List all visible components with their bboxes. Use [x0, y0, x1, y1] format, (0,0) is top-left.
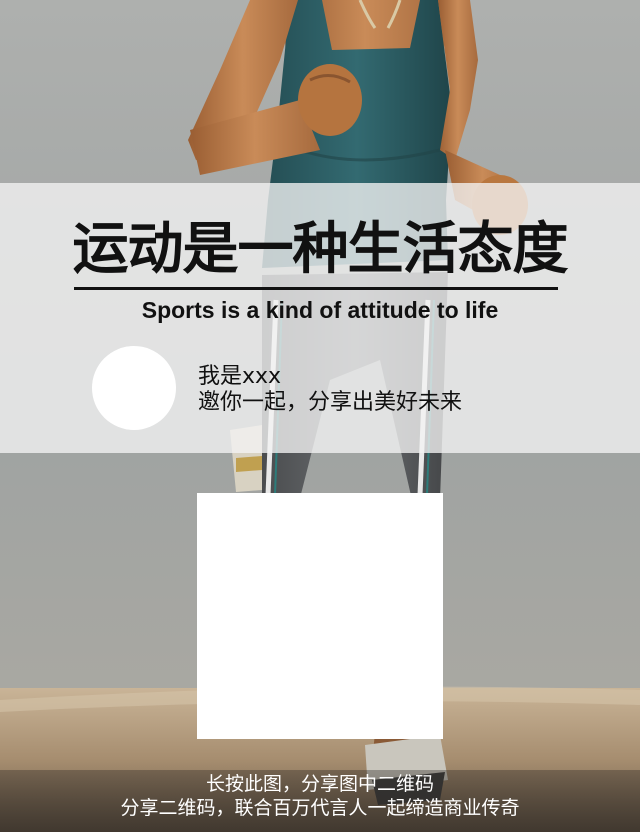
invite-text: 我是xxx 邀你一起，分享出美好未来	[198, 364, 462, 416]
page-title: 运动是一种生活态度	[72, 217, 569, 282]
footer-text: 长按此图，分享图中二维码 分享二维码，联合百万代言人一起缔造商业传奇	[0, 772, 640, 820]
page-subtitle: Sports is a kind of attitude to life	[141, 297, 499, 323]
invite-message-line: 邀你一起，分享出美好未来	[198, 390, 463, 415]
footer-line-2: 分享二维码，联合百万代言人一起缔造商业传奇	[120, 797, 520, 819]
invite-name-line: 我是xxx	[198, 364, 282, 389]
title-divider	[74, 287, 558, 290]
footer-line-1: 长按此图，分享图中二维码	[205, 773, 434, 795]
avatar	[92, 346, 176, 430]
qr-code-placeholder[interactable]	[197, 493, 443, 739]
